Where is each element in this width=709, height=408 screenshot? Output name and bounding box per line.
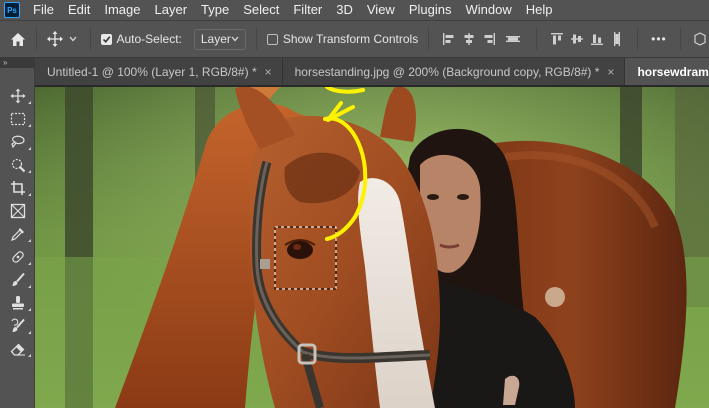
eraser-icon (10, 343, 25, 356)
auto-select-target-value: Layer (200, 32, 231, 46)
menu-3d[interactable]: 3D (329, 0, 360, 20)
show-transform-controls-checkbox[interactable] (266, 33, 278, 45)
document-tab-untitled-1[interactable]: Untitled-1 @ 100% (Layer 1, RGB/8#) * × (35, 58, 283, 85)
home-icon[interactable] (0, 32, 36, 47)
document-tab-title: horsewdrama.jpg @ (637, 64, 709, 79)
close-icon[interactable]: × (607, 65, 614, 79)
menu-window[interactable]: Window (458, 0, 518, 20)
healing-brush-icon (11, 250, 24, 263)
menu-view[interactable]: View (360, 0, 402, 20)
clone-stamp-icon (11, 295, 24, 309)
move-tool-preset-icon[interactable] (43, 31, 67, 47)
clone-stamp-tool-button[interactable] (0, 291, 35, 314)
menu-help[interactable]: Help (519, 0, 560, 20)
menu-type[interactable]: Type (194, 0, 236, 20)
document-tab-bar: Untitled-1 @ 100% (Layer 1, RGB/8#) * × … (35, 58, 709, 86)
menu-edit[interactable]: Edit (61, 0, 97, 20)
crop-tool-button[interactable] (0, 176, 35, 199)
document-tab-horsewdrama[interactable]: horsewdrama.jpg @ (625, 58, 709, 85)
auto-select-label: Auto-Select: (116, 32, 182, 46)
tools-panel (0, 68, 35, 408)
align-horizontal-centers-icon[interactable] (459, 32, 479, 46)
auto-select-target-dropdown[interactable]: Layer (193, 28, 246, 50)
frame-tool-button[interactable] (0, 199, 35, 222)
align-bottom-edges-icon[interactable] (587, 32, 607, 46)
expand-panels-icon[interactable]: » (0, 58, 35, 68)
eyedropper-icon (10, 227, 24, 241)
document-tab-horsestanding[interactable]: horsestanding.jpg @ 200% (Background cop… (282, 58, 626, 85)
quick-selection-icon (11, 158, 25, 172)
align-right-edges-icon[interactable] (479, 32, 499, 46)
menu-layer[interactable]: Layer (148, 0, 195, 20)
three-d-mode-icon[interactable] (691, 32, 709, 46)
photoshop-window: Ps File Edit Image Layer Type Select Fil… (0, 0, 709, 408)
eraser-tool-button[interactable] (0, 337, 35, 360)
crop-icon (10, 180, 25, 195)
rectangular-marquee-tool-button[interactable] (0, 107, 35, 130)
menu-bar: Ps File Edit Image Layer Type Select Fil… (0, 0, 709, 20)
move-tool-button[interactable] (0, 84, 35, 107)
more-options-icon[interactable]: ••• (648, 32, 670, 46)
close-icon[interactable]: × (265, 65, 272, 79)
chevron-down-icon (231, 36, 239, 42)
lasso-icon (10, 135, 25, 148)
eyedropper-tool-button[interactable] (0, 222, 35, 245)
document-tab-title: horsestanding.jpg @ 200% (Background cop… (294, 64, 600, 79)
menu-select[interactable]: Select (236, 0, 286, 20)
history-brush-tool-button[interactable] (0, 314, 35, 337)
horse-and-girl-photo (35, 87, 709, 408)
menu-image[interactable]: Image (97, 0, 147, 20)
brush-tool-button[interactable] (0, 268, 35, 291)
show-transform-controls-label: Show Transform Controls (282, 32, 419, 46)
distribute-vertical-icon[interactable] (607, 31, 627, 47)
quick-selection-tool-button[interactable] (0, 153, 35, 176)
photoshop-logo-icon[interactable]: Ps (4, 2, 20, 18)
lasso-tool-button[interactable] (0, 130, 35, 153)
toolbar-grip[interactable] (0, 68, 34, 84)
spot-healing-brush-tool-button[interactable] (0, 245, 35, 268)
show-transform-controls-option[interactable]: Show Transform Controls (266, 32, 419, 46)
align-vertical-centers-icon[interactable] (567, 32, 587, 46)
auto-select-checkbox[interactable] (100, 33, 112, 45)
align-top-edges-icon[interactable] (547, 32, 567, 46)
options-bar: Auto-Select: Layer Show Transform Contro… (0, 20, 709, 58)
marquee-icon (10, 112, 25, 125)
auto-select-option[interactable]: Auto-Select: (100, 32, 182, 46)
move-icon (10, 88, 25, 103)
document-canvas[interactable] (35, 87, 709, 408)
chevron-down-icon[interactable] (67, 36, 80, 42)
align-left-edges-icon[interactable] (439, 32, 459, 46)
document-tab-title: Untitled-1 @ 100% (Layer 1, RGB/8#) * (47, 64, 257, 79)
brush-icon (12, 272, 25, 286)
frame-icon (10, 203, 25, 218)
distribute-horizontal-icon[interactable] (499, 32, 526, 46)
menu-plugins[interactable]: Plugins (402, 0, 459, 20)
menu-file[interactable]: File (26, 0, 61, 20)
history-brush-icon (10, 318, 25, 332)
menu-filter[interactable]: Filter (286, 0, 329, 20)
